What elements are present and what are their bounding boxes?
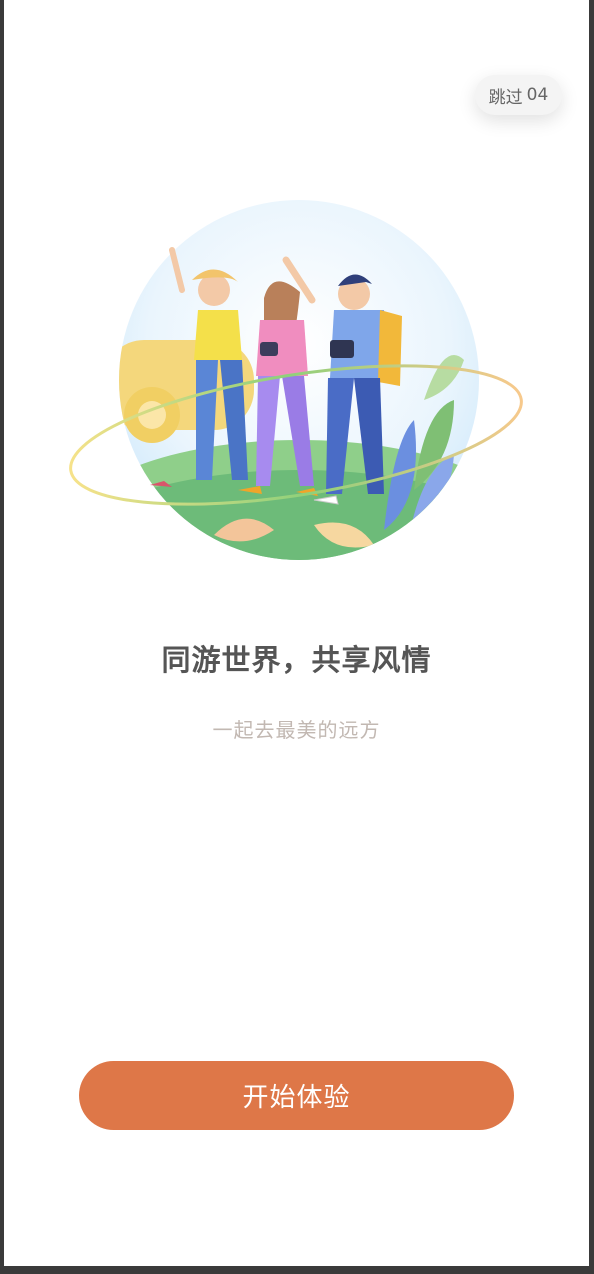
travel-friends-illustration	[69, 200, 523, 560]
start-experience-button[interactable]: 开始体验	[79, 1061, 514, 1130]
skip-label: 跳过	[488, 87, 523, 108]
skip-button[interactable]: 跳过 04	[475, 75, 562, 115]
onboarding-title: 同游世界，共享风情	[161, 643, 432, 677]
onboarding-subtitle: 一起去最美的远方	[212, 718, 381, 742]
onboarding-screen: 跳过 04 同游世界，共享风情 一起去最美的远方 开始体验	[4, 0, 589, 1266]
skip-countdown: 04	[526, 85, 549, 105]
